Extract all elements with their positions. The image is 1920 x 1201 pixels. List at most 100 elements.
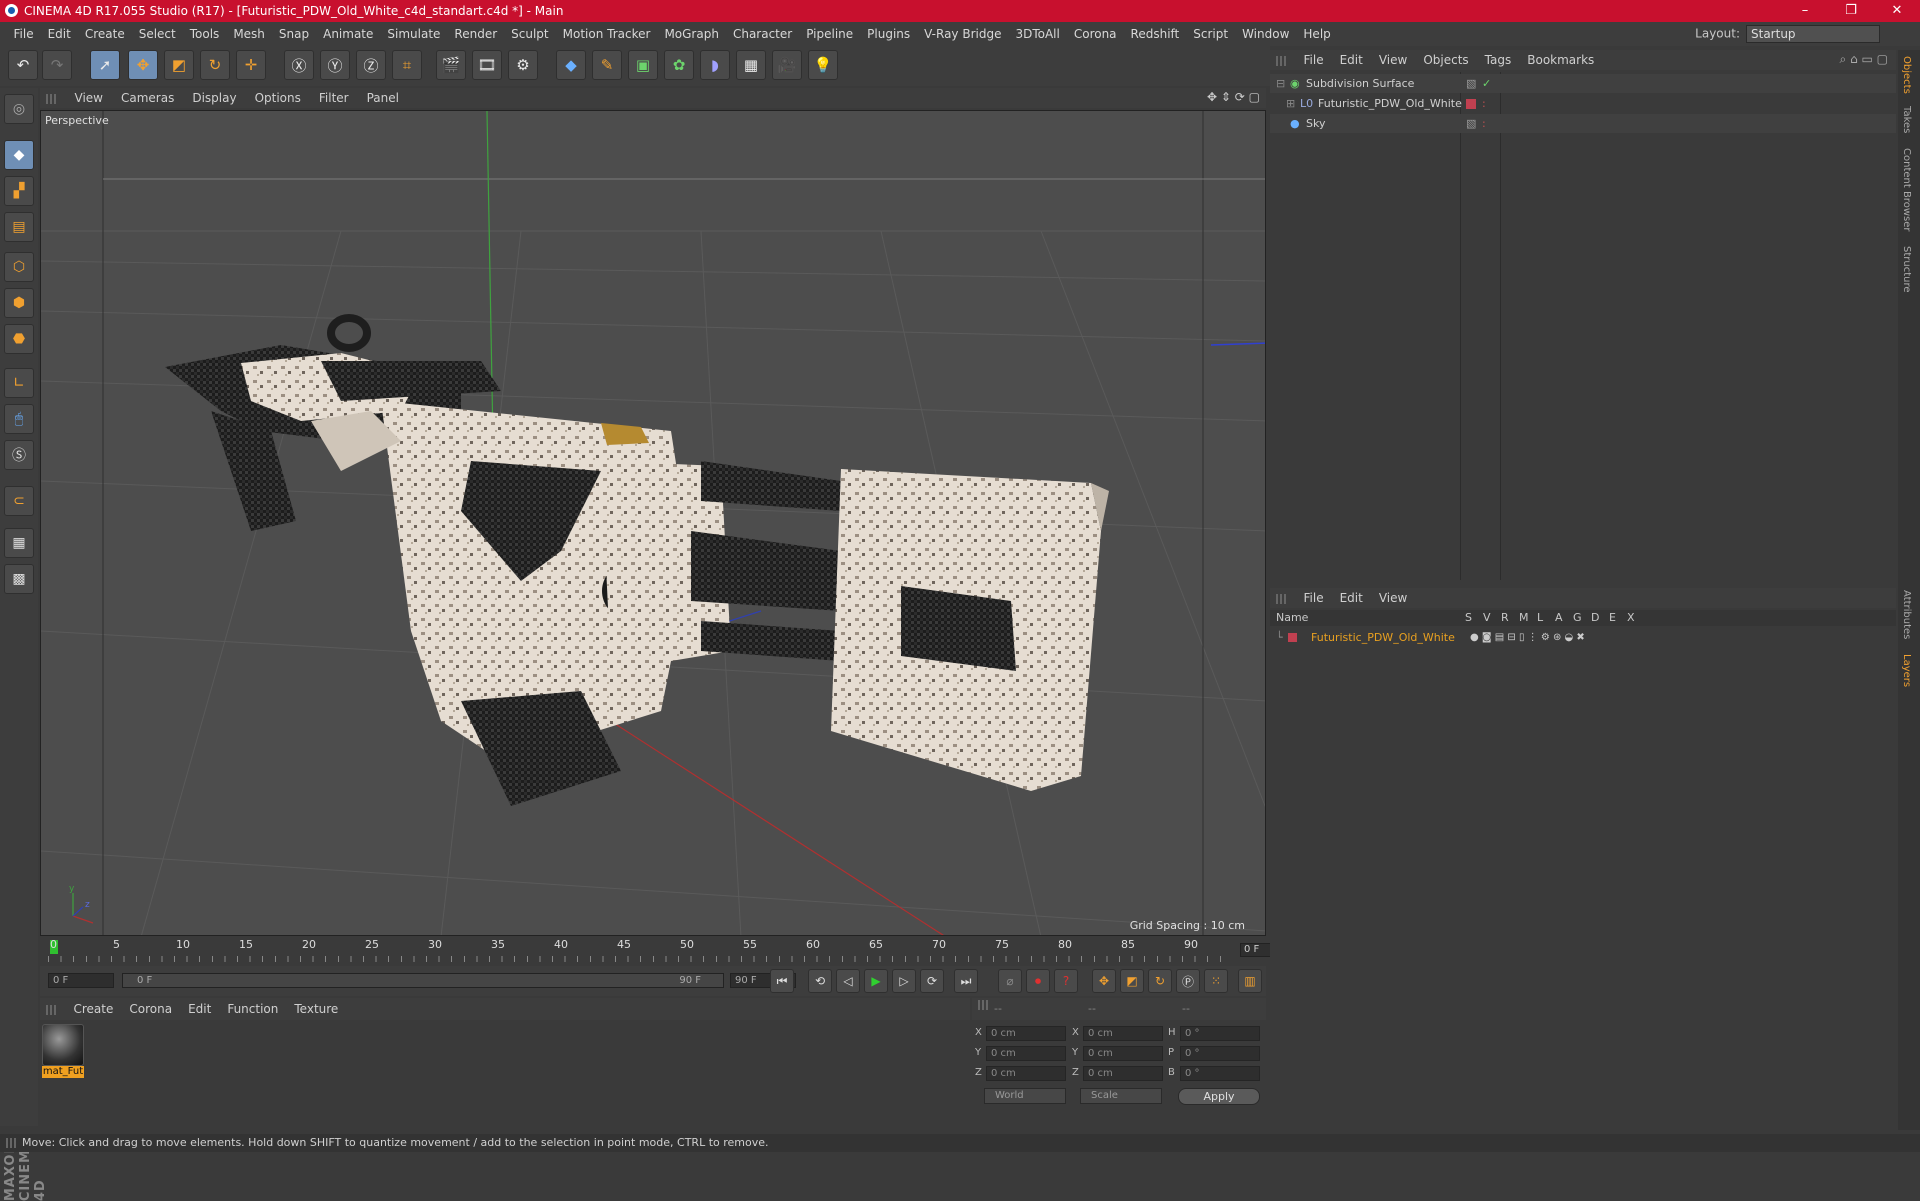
workplane-lock-icon[interactable]: ▦ bbox=[4, 528, 34, 558]
menu-simulate[interactable]: Simulate bbox=[380, 22, 447, 46]
vp-menu-cameras[interactable]: Cameras bbox=[112, 88, 183, 108]
futuristic-pdw-model[interactable] bbox=[165, 314, 1109, 806]
layer-flag-header[interactable]: D bbox=[1591, 610, 1599, 626]
menu-plugins[interactable]: Plugins bbox=[860, 22, 917, 46]
vp-menu-display[interactable]: Display bbox=[183, 88, 245, 108]
start-frame-field[interactable]: 0 F bbox=[48, 973, 114, 988]
size-mode-dropdown[interactable]: Scale bbox=[1080, 1088, 1162, 1104]
layer-flag-header[interactable]: X bbox=[1627, 610, 1635, 626]
transform-tool-icon[interactable]: ✛ bbox=[236, 50, 266, 80]
layer-flag-header[interactable]: A bbox=[1555, 610, 1563, 626]
menu-help[interactable]: Help bbox=[1296, 22, 1337, 46]
layer-flag-header[interactable]: R bbox=[1501, 610, 1509, 626]
layer-toggle-icon[interactable]: ▧ bbox=[1466, 74, 1476, 93]
menu-create[interactable]: Create bbox=[78, 22, 132, 46]
panel-grip-icon[interactable] bbox=[46, 94, 56, 104]
menu-animate[interactable]: Animate bbox=[316, 22, 380, 46]
layer-menu-edit[interactable]: Edit bbox=[1332, 588, 1371, 608]
obj-menu-file[interactable]: File bbox=[1296, 50, 1332, 70]
menu-tools[interactable]: Tools bbox=[183, 22, 227, 46]
goto-start-icon[interactable]: ⏮ bbox=[770, 969, 794, 993]
render-view-icon[interactable]: 🎬 bbox=[436, 50, 466, 80]
scale-tool-icon[interactable]: ◩ bbox=[164, 50, 194, 80]
camera-object-icon[interactable]: 🎥 bbox=[772, 50, 802, 80]
undo-icon[interactable]: ↶ bbox=[8, 50, 38, 80]
viewport-nav-icons[interactable]: ✥ ⇕ ⟳ ▢ bbox=[1207, 90, 1260, 104]
planar-workplane-icon[interactable]: ▩ bbox=[4, 564, 34, 594]
key-scale-icon[interactable]: ◩ bbox=[1120, 969, 1144, 993]
layer-flag-header[interactable]: E bbox=[1609, 610, 1616, 626]
goto-next-key-icon[interactable]: ⟳ bbox=[920, 969, 944, 993]
rot-b-field[interactable]: 0 ° bbox=[1180, 1066, 1260, 1081]
axis-mode-icon[interactable]: ∟ bbox=[4, 368, 34, 398]
next-frame-icon[interactable]: ▷ bbox=[892, 969, 916, 993]
pos-z-field[interactable]: 0 cm bbox=[986, 1066, 1066, 1081]
object-row[interactable]: ● Sky ▧ : bbox=[1270, 114, 1896, 133]
mat-menu-function[interactable]: Function bbox=[219, 998, 286, 1020]
search-home-icons[interactable]: ⌕ ⌂ ▭ ▢ bbox=[1840, 52, 1888, 67]
menu-select[interactable]: Select bbox=[132, 22, 183, 46]
obj-menu-bookmarks[interactable]: Bookmarks bbox=[1519, 50, 1602, 70]
layer-flag-header[interactable]: V bbox=[1483, 610, 1491, 626]
pos-y-field[interactable]: 0 cm bbox=[986, 1046, 1066, 1061]
menu-window[interactable]: Window bbox=[1235, 22, 1296, 46]
key-rotation-icon[interactable]: ↻ bbox=[1148, 969, 1172, 993]
menu-pipeline[interactable]: Pipeline bbox=[799, 22, 860, 46]
key-pla-icon[interactable]: ⁙ bbox=[1204, 969, 1228, 993]
visibility-dots-icon[interactable]: : bbox=[1482, 94, 1486, 113]
rotate-tool-icon[interactable]: ↻ bbox=[200, 50, 230, 80]
deformer-icon[interactable]: ◗ bbox=[700, 50, 730, 80]
move-tool-icon[interactable]: ✥ bbox=[128, 50, 158, 80]
record-keys-icon[interactable]: ⏺ bbox=[1026, 969, 1050, 993]
make-editable-icon[interactable]: ◎ bbox=[4, 94, 34, 124]
menu-motion-tracker[interactable]: Motion Tracker bbox=[556, 22, 658, 46]
pos-x-field[interactable]: 0 cm bbox=[986, 1026, 1066, 1041]
mat-menu-create[interactable]: Create bbox=[66, 998, 122, 1020]
model-mode-icon[interactable]: ◆ bbox=[4, 140, 34, 170]
tab-structure[interactable]: Structure bbox=[1901, 246, 1912, 293]
obj-menu-view[interactable]: View bbox=[1371, 50, 1415, 70]
redo-icon[interactable]: ↷ bbox=[42, 50, 72, 80]
tab-content-browser[interactable]: Content Browser bbox=[1901, 148, 1912, 231]
coordinate-system-icon[interactable]: ⌗ bbox=[392, 50, 422, 80]
goto-prev-key-icon[interactable]: ⟲ bbox=[808, 969, 832, 993]
vp-menu-options[interactable]: Options bbox=[246, 88, 310, 108]
close-icon[interactable]: ✕ bbox=[1874, 0, 1920, 22]
material-label[interactable]: mat_Fut bbox=[42, 1066, 84, 1078]
panel-grip-icon[interactable] bbox=[46, 1005, 56, 1015]
menu-file[interactable]: File bbox=[7, 22, 41, 46]
obj-menu-objects[interactable]: Objects bbox=[1415, 50, 1476, 70]
layer-color-swatch[interactable] bbox=[1288, 633, 1297, 642]
layer-color-swatch[interactable] bbox=[1466, 99, 1476, 109]
cube-object-icon[interactable]: ◆ bbox=[556, 50, 586, 80]
obj-menu-edit[interactable]: Edit bbox=[1332, 50, 1371, 70]
layer-toggle-icon[interactable]: ▧ bbox=[1466, 114, 1476, 133]
rot-p-field[interactable]: 0 ° bbox=[1180, 1046, 1260, 1061]
menu-sculpt[interactable]: Sculpt bbox=[504, 22, 555, 46]
snap-icon[interactable]: ⊂ bbox=[4, 486, 34, 516]
menu-render[interactable]: Render bbox=[447, 22, 504, 46]
cloner-icon[interactable]: ✿ bbox=[664, 50, 694, 80]
coordinate-mode-dropdown[interactable]: World bbox=[984, 1088, 1066, 1104]
layer-menu-file[interactable]: File bbox=[1296, 588, 1332, 608]
x-axis-icon[interactable]: Ⓧ bbox=[284, 50, 314, 80]
mat-menu-edit[interactable]: Edit bbox=[180, 998, 219, 1020]
live-selection-icon[interactable]: ➚ bbox=[90, 50, 120, 80]
panel-grip-icon[interactable] bbox=[1276, 56, 1286, 66]
perspective-viewport[interactable]: y z Perspective Grid Spacing : 10 cm bbox=[40, 110, 1266, 936]
edit-render-settings-icon[interactable]: ⚙ bbox=[508, 50, 538, 80]
floor-object-icon[interactable]: ▦ bbox=[736, 50, 766, 80]
enabled-check-icon[interactable]: ✓ bbox=[1482, 74, 1491, 93]
layout-dropdown[interactable]: Startup bbox=[1746, 25, 1880, 43]
motion-record-icon[interactable]: ⌀ bbox=[998, 969, 1022, 993]
tab-layers[interactable]: Layers bbox=[1901, 654, 1912, 687]
key-parameter-icon[interactable]: Ⓟ bbox=[1176, 969, 1200, 993]
menu-mesh[interactable]: Mesh bbox=[226, 22, 272, 46]
material-swatch[interactable] bbox=[42, 1024, 84, 1066]
menu-corona[interactable]: Corona bbox=[1067, 22, 1124, 46]
y-axis-icon[interactable]: Ⓨ bbox=[320, 50, 350, 80]
apply-button[interactable]: Apply bbox=[1178, 1088, 1260, 1105]
menu-vray-bridge[interactable]: V-Ray Bridge bbox=[917, 22, 1008, 46]
timeline-ruler[interactable]: 0 5 10 15 20 25 30 35 40 45 50 55 60 65 70 75 80 85 90 0 F bbox=[40, 938, 1304, 964]
frame-range-slider[interactable]: 0 F 90 F bbox=[122, 973, 724, 988]
